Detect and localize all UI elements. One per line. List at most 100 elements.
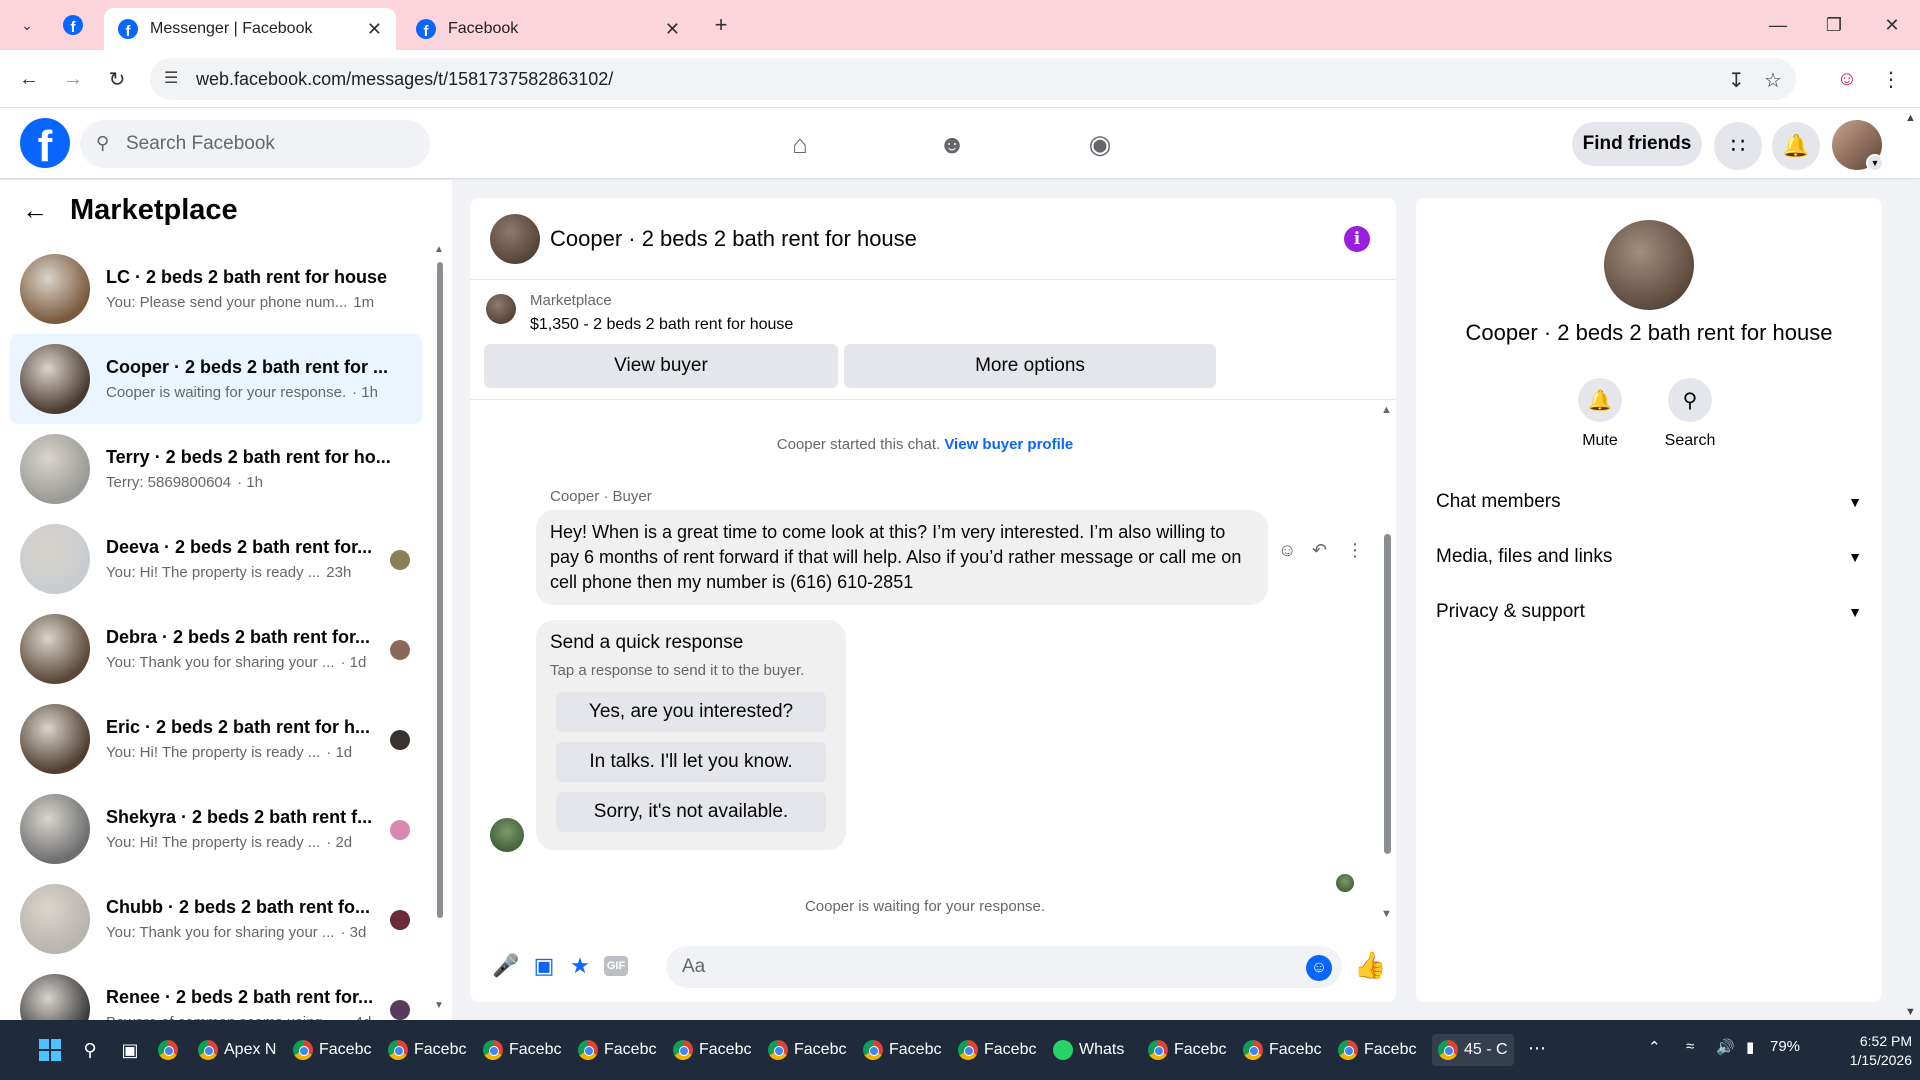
taskbar-chrome-app[interactable]: Facebc <box>293 1034 371 1066</box>
friends-icon[interactable]: ☻ <box>932 124 972 164</box>
conversation-item[interactable]: Debra · 2 beds 2 bath rent for... You: Th… <box>10 604 422 694</box>
taskbar-whatsapp-app[interactable]: Whats <box>1053 1034 1124 1066</box>
forward-arrow-icon[interactable]: → <box>58 64 88 94</box>
back-arrow-icon[interactable]: ← <box>14 64 44 94</box>
taskbar-chrome-app[interactable]: Facebc <box>768 1034 846 1066</box>
emoji-icon[interactable]: ☺ <box>1306 955 1332 981</box>
scroll-up-icon[interactable]: ▲ <box>1905 112 1916 124</box>
taskbar-chrome-app[interactable]: Facebc <box>673 1034 751 1066</box>
microphone-icon[interactable]: 🎤 <box>490 950 522 982</box>
view-buyer-profile-link[interactable]: View buyer profile <box>944 436 1073 453</box>
reload-icon[interactable]: ↻ <box>102 64 132 94</box>
conversation-item[interactable]: LC · 2 beds 2 bath rent for house You: Pl… <box>10 244 422 334</box>
view-buyer-button[interactable]: View buyer <box>484 344 838 388</box>
system-clock[interactable]: 6:52 PM 1/15/2026 <box>1812 1032 1912 1070</box>
conversation-scrollbar[interactable]: ▲ ▼ <box>434 244 446 1014</box>
attach-image-icon[interactable]: ▣ <box>528 950 560 982</box>
page-scrollbar[interactable]: ▲ ▼ <box>1902 112 1918 1020</box>
facebook-logo-icon[interactable]: f <box>20 118 70 168</box>
taskbar-chrome-app[interactable]: Facebc <box>388 1034 466 1066</box>
search-facebook-input[interactable]: ⚲ Search Facebook <box>80 120 430 168</box>
profile-icon[interactable]: ☺ <box>1832 64 1862 94</box>
taskbar-chrome-app[interactable]: Facebc <box>1243 1034 1321 1066</box>
incoming-message-bubble[interactable]: Hey! When is a great time to come look a… <box>536 510 1268 605</box>
taskbar-chrome-app[interactable]: Facebc <box>483 1034 561 1066</box>
search-in-chat-button[interactable]: ⚲ Search <box>1650 378 1730 450</box>
taskbar-chrome-icon[interactable] <box>158 1034 184 1066</box>
conversation-item[interactable]: Shekyra · 2 beds 2 bath rent f... You: Hi… <box>10 784 422 874</box>
pinned-facebook-tab[interactable]: f <box>58 11 88 39</box>
quick-response-in-talks-button[interactable]: In talks. I'll let you know. <box>556 742 826 782</box>
message-input[interactable] <box>666 946 1342 988</box>
scroll-down-icon[interactable]: ▼ <box>1381 908 1392 920</box>
reply-icon[interactable]: ↶ <box>1312 540 1327 561</box>
info-icon[interactable]: i <box>1344 226 1370 252</box>
show-hidden-icons-chevron-icon[interactable]: ⌃ <box>1648 1038 1661 1056</box>
react-emoji-icon[interactable]: ☺ <box>1278 540 1296 561</box>
more-actions-icon[interactable]: ⋮ <box>1346 540 1364 561</box>
minimize-icon[interactable]: — <box>1758 10 1798 40</box>
windows-start-icon[interactable] <box>38 1038 62 1062</box>
notifications-bell-icon[interactable]: 🔔 <box>1772 122 1820 170</box>
task-view-icon[interactable]: ▣ <box>118 1038 142 1062</box>
more-options-button[interactable]: More options <box>844 344 1216 388</box>
chat-members-section[interactable]: Chat members ▼ <box>1436 480 1862 524</box>
thumbs-up-icon[interactable]: 👍 <box>1354 950 1386 981</box>
chat-avatar[interactable] <box>490 213 540 264</box>
account-avatar[interactable]: ▼ <box>1832 120 1884 172</box>
scroll-up-icon[interactable]: ▲ <box>1381 404 1392 416</box>
tab-messenger[interactable]: f Messenger | Facebook ✕ <box>104 8 396 50</box>
scroll-up-icon[interactable]: ▲ <box>434 244 444 255</box>
scrollbar-thumb[interactable] <box>437 262 443 918</box>
taskbar-chrome-app[interactable]: Facebc <box>958 1034 1036 1066</box>
bookmark-star-icon[interactable]: ☆ <box>1764 68 1782 93</box>
taskbar-chrome-app[interactable]: Apex N <box>198 1034 276 1066</box>
browser-menu-icon[interactable]: ⋮ <box>1876 64 1906 94</box>
restore-icon[interactable]: ❐ <box>1814 10 1854 40</box>
conversation-item[interactable]: Terry · 2 beds 2 bath rent for ho... Terr… <box>10 424 422 514</box>
listing-avatar[interactable] <box>1604 220 1694 310</box>
taskbar-chrome-app[interactable]: Facebc <box>863 1034 941 1066</box>
battery-icon[interactable]: ▮ <box>1746 1038 1754 1056</box>
taskbar-chrome-app[interactable]: 45 - C <box>1432 1034 1514 1066</box>
quick-response-interested-button[interactable]: Yes, are you interested? <box>556 692 826 732</box>
taskbar-chrome-app[interactable]: Facebc <box>578 1034 656 1066</box>
tab-search-chevron-icon[interactable]: ⌄ <box>12 11 42 39</box>
home-icon[interactable]: ⌂ <box>780 124 820 164</box>
wifi-icon[interactable]: ≈ <box>1686 1038 1694 1055</box>
close-window-icon[interactable]: ✕ <box>1872 10 1912 40</box>
conversation-item[interactable]: Chubb · 2 beds 2 bath rent fo... You: Tha… <box>10 874 422 964</box>
scroll-down-icon[interactable]: ▼ <box>1905 1006 1916 1018</box>
conversation-item[interactable]: Cooper · 2 beds 2 bath rent for ... Coope… <box>10 334 422 424</box>
find-friends-button[interactable]: Find friends <box>1572 122 1702 166</box>
tab-facebook[interactable]: f Facebook ✕ <box>402 8 694 50</box>
taskbar-chrome-app[interactable]: Facebc <box>1338 1034 1416 1066</box>
privacy-support-section[interactable]: Privacy & support ▼ <box>1436 590 1862 634</box>
install-app-icon[interactable]: ↧ <box>1728 68 1745 93</box>
volume-icon[interactable]: 🔊 <box>1716 1038 1735 1056</box>
listing-title[interactable]: $1,350 - 2 beds 2 bath rent for house <box>530 316 793 334</box>
address-bar[interactable]: ☰ web.facebook.com/messages/t/1581737582… <box>150 58 1796 100</box>
scrollbar-thumb[interactable] <box>1384 534 1391 854</box>
mute-button[interactable]: 🔔 Mute <box>1560 378 1640 450</box>
menu-grid-icon[interactable]: ∷ <box>1714 122 1762 170</box>
chat-title[interactable]: Cooper · 2 beds 2 bath rent for house <box>550 226 917 252</box>
taskbar-overflow-icon[interactable]: ⋯ <box>1528 1038 1546 1059</box>
site-settings-icon[interactable]: ☰ <box>164 68 178 88</box>
gif-icon[interactable]: GIF <box>604 956 628 976</box>
new-tab-button[interactable]: + <box>706 11 736 39</box>
groups-icon[interactable]: ◉ <box>1080 124 1120 164</box>
quick-response-not-available-button[interactable]: Sorry, it's not available. <box>556 792 826 832</box>
sender-avatar[interactable] <box>490 818 524 852</box>
close-tab-icon[interactable]: ✕ <box>367 19 382 40</box>
close-tab-icon[interactable]: ✕ <box>665 19 680 40</box>
chat-scrollbar[interactable]: ▲ ▼ <box>1380 404 1394 924</box>
search-icon[interactable]: ⚲ <box>78 1038 102 1062</box>
taskbar-chrome-app[interactable]: Facebc <box>1148 1034 1226 1066</box>
conversation-item[interactable]: Eric · 2 beds 2 bath rent for h... You: H… <box>10 694 422 784</box>
back-arrow-icon[interactable]: ← <box>22 195 48 226</box>
scroll-down-icon[interactable]: ▼ <box>434 1000 444 1011</box>
media-files-links-section[interactable]: Media, files and links ▼ <box>1436 535 1862 579</box>
sticker-icon[interactable]: ★ <box>564 950 596 982</box>
conversation-item[interactable]: Deeva · 2 beds 2 bath rent for... You: Hi… <box>10 514 422 604</box>
